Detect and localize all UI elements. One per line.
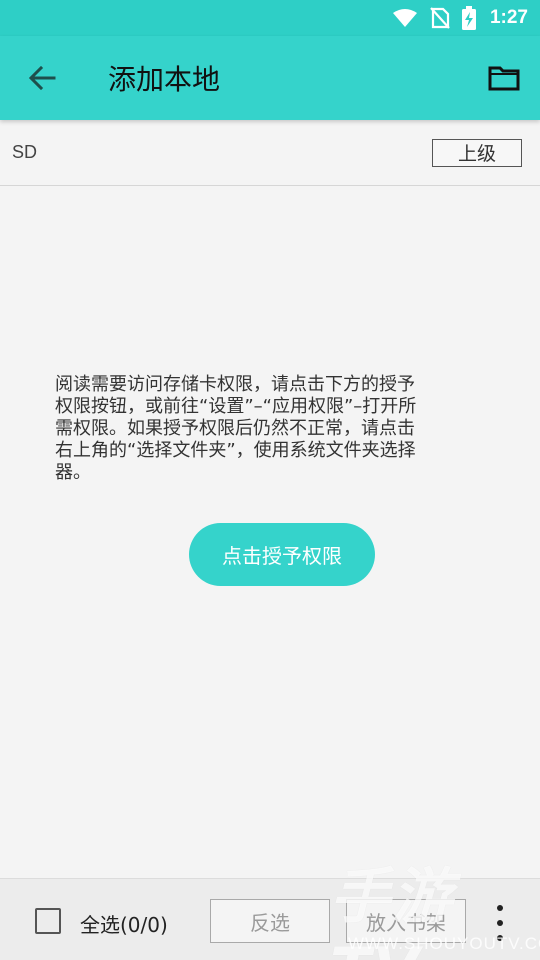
app-bar: 添加本地 [0,36,540,120]
menu-dot [497,935,503,941]
menu-dot [497,920,503,926]
bottom-action-bar: 全选(0/0) 反选 放入书架 [0,878,540,960]
message-line: 权限按钮，或前往“设置”–“应用权限”–打开所 [55,396,417,417]
permission-message: 阅读需要访问存储卡权限，请点击下方的授予 权限按钮，或前往“设置”–“应用权限”… [55,374,485,484]
folder-icon [488,66,520,91]
menu-dot [497,905,503,911]
message-line: 右上角的“选择文件夹”，使用系统文件夹选择 [55,440,416,461]
page-title: 添加本地 [108,63,221,96]
battery-charging-icon [461,6,476,30]
select-all-checkbox[interactable] [35,908,61,934]
select-folder-button[interactable] [468,36,540,120]
invert-selection-button[interactable]: 反选 [210,899,330,943]
select-all-label[interactable]: 全选(0/0) [80,909,168,938]
message-line: 需权限。如果授予权限后仍然不正常，请点击 [55,418,415,439]
arrow-left-icon [28,66,56,90]
current-path: SD [12,142,38,162]
status-bar: 1:27 [0,0,540,36]
wifi-icon [392,8,418,28]
status-time: 1:27 [489,7,528,28]
grant-permission-button[interactable]: 点击授予权限 [189,523,375,586]
add-to-shelf-button[interactable]: 放入书架 [346,899,466,943]
parent-directory-button[interactable]: 上级 [432,138,522,167]
more-vert-icon[interactable] [488,905,512,941]
back-button[interactable] [0,36,84,120]
message-line: 阅读需要访问存储卡权限，请点击下方的授予 [55,374,415,395]
no-sim-icon [430,7,450,29]
message-line: 器。 [55,462,91,483]
path-bar: SD 上级 [0,120,540,186]
